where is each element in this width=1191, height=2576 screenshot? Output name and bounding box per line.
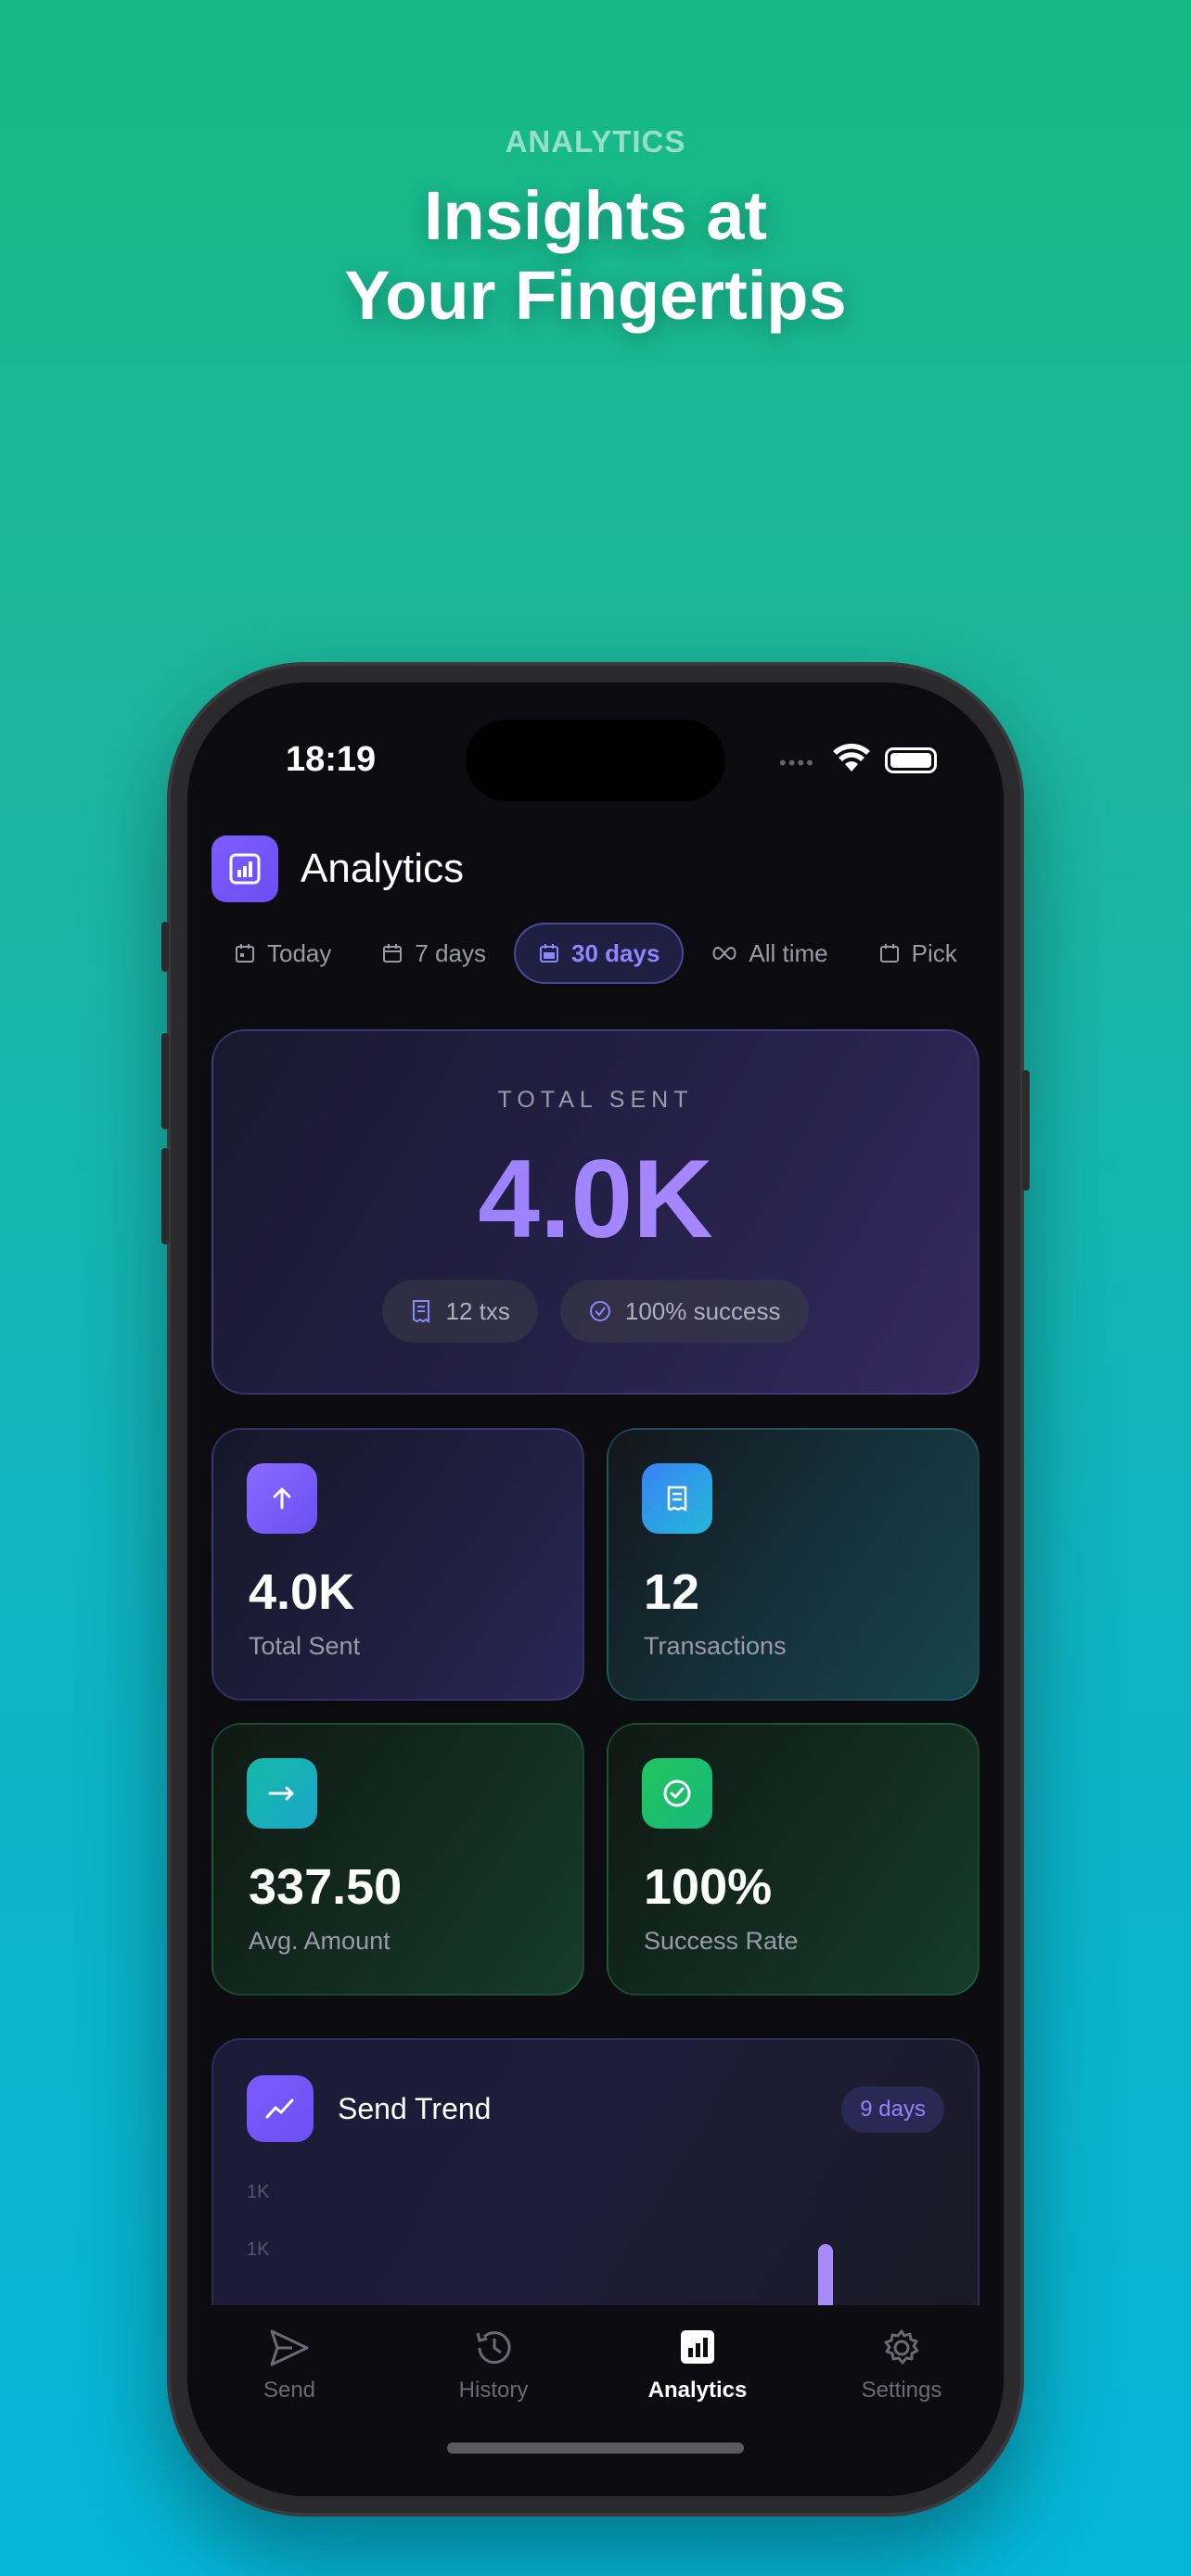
stat-card-avg-amount: 337.50 Avg. Amount xyxy=(211,1723,584,1996)
stat-value: 100% xyxy=(644,1859,773,1915)
tab-analytics[interactable]: Analytics xyxy=(596,2327,800,2404)
filter-all-time[interactable]: All time xyxy=(689,923,850,984)
stat-value: 12 xyxy=(644,1564,700,1620)
tab-send[interactable]: Send xyxy=(187,2327,391,2404)
status-time: 18:19 xyxy=(286,740,377,779)
eyebrow-text: ANALYTICS xyxy=(505,124,686,159)
y-tick-label: 1K xyxy=(247,2239,270,2260)
txs-pill-label: 12 txs xyxy=(445,1296,510,1325)
arrow-up-icon xyxy=(247,1463,317,1534)
txs-pill: 12 txs xyxy=(382,1280,538,1343)
total-pills: 12 txs 100% success xyxy=(213,1280,978,1343)
headline-line-1: Insights at xyxy=(423,177,768,254)
calendar-edit-icon xyxy=(879,944,899,963)
tab-label: Analytics xyxy=(647,2378,748,2403)
filter-30-days[interactable]: 30 days xyxy=(514,923,685,984)
bar-chart-icon xyxy=(211,835,278,902)
send-icon xyxy=(270,2329,309,2366)
success-pill: 100% success xyxy=(559,1280,809,1343)
success-pill-label: 100% success xyxy=(624,1296,781,1325)
stat-label: Transactions xyxy=(644,1632,787,1660)
filter-label: 7 days xyxy=(415,938,486,967)
y-tick-label: 1K xyxy=(247,2182,270,2202)
tab-label: Settings xyxy=(861,2378,942,2403)
tab-history[interactable]: History xyxy=(391,2327,596,2404)
filter-7-days[interactable]: 7 days xyxy=(359,923,508,984)
stat-label: Avg. Amount xyxy=(249,1927,391,1955)
stat-label: Success Rate xyxy=(644,1927,799,1955)
trend-line-icon xyxy=(247,2075,314,2142)
tab-label: History xyxy=(458,2378,529,2403)
stat-card-total-sent: 4.0K Total Sent xyxy=(211,1428,584,1701)
headline: Insights at Your Fingertips xyxy=(0,176,1191,336)
power-button xyxy=(1022,1070,1030,1191)
stat-label: Total Sent xyxy=(249,1632,361,1660)
volume-up-button xyxy=(161,1033,169,1129)
calendar-day-icon xyxy=(236,944,254,963)
total-sent-card: TOTAL SENT 4.0K 12 txs 100% success xyxy=(211,1029,980,1395)
analytics-icon xyxy=(681,2330,714,2364)
total-sent-value: 4.0K xyxy=(213,1135,978,1263)
history-icon xyxy=(476,2331,511,2365)
tab-bar: Send History Analytics Settings xyxy=(187,2305,1004,2496)
trend-range-badge: 9 days xyxy=(841,2086,944,2133)
check-circle-icon xyxy=(589,1301,610,1321)
filter-pick[interactable]: Pick xyxy=(856,923,980,984)
filter-today[interactable]: Today xyxy=(211,923,353,984)
battery-icon xyxy=(885,747,937,773)
receipt-icon xyxy=(413,1300,430,1323)
phone-frame: 18:19 •••• Analytics Today 7 days 30 day… xyxy=(161,662,1030,2517)
send-trend-title: Send Trend xyxy=(338,2092,492,2125)
headline-line-2: Your Fingertips xyxy=(344,257,847,334)
stat-value: 337.50 xyxy=(249,1859,403,1915)
page-title: Analytics xyxy=(301,846,465,891)
signal-dots-icon: •••• xyxy=(779,751,815,774)
filter-label: Pick xyxy=(911,938,957,967)
send-trend-card: Send Trend 9 days 1K 1K xyxy=(211,2038,980,2346)
stat-card-transactions: 12 Transactions xyxy=(607,1428,980,1701)
tab-label: Send xyxy=(263,2378,316,2403)
gear-icon xyxy=(884,2329,919,2365)
receipt-icon xyxy=(642,1463,712,1534)
infinity-icon xyxy=(712,946,736,961)
stat-value: 4.0K xyxy=(249,1564,355,1620)
date-filter-chips: Today 7 days 30 days All time Pick xyxy=(211,922,985,985)
volume-down-button xyxy=(161,1148,169,1244)
check-circle-icon xyxy=(642,1758,712,1829)
calendar-week-icon xyxy=(383,944,403,963)
action-button xyxy=(161,922,169,972)
filter-label: Today xyxy=(267,938,332,967)
tab-settings[interactable]: Settings xyxy=(800,2327,1004,2404)
phone-screen: 18:19 •••• Analytics Today 7 days 30 day… xyxy=(187,682,1004,2496)
dynamic-island xyxy=(466,720,725,801)
filter-label: 30 days xyxy=(571,938,660,967)
app-header: Analytics xyxy=(211,835,464,903)
arrow-right-icon xyxy=(247,1758,317,1829)
total-sent-label: TOTAL SENT xyxy=(497,1087,694,1113)
stat-card-success-rate: 100% Success Rate xyxy=(607,1723,980,1996)
home-indicator[interactable] xyxy=(447,2442,744,2454)
filter-label: All time xyxy=(749,938,828,967)
wifi-icon xyxy=(833,744,870,772)
calendar-month-icon xyxy=(540,944,558,963)
